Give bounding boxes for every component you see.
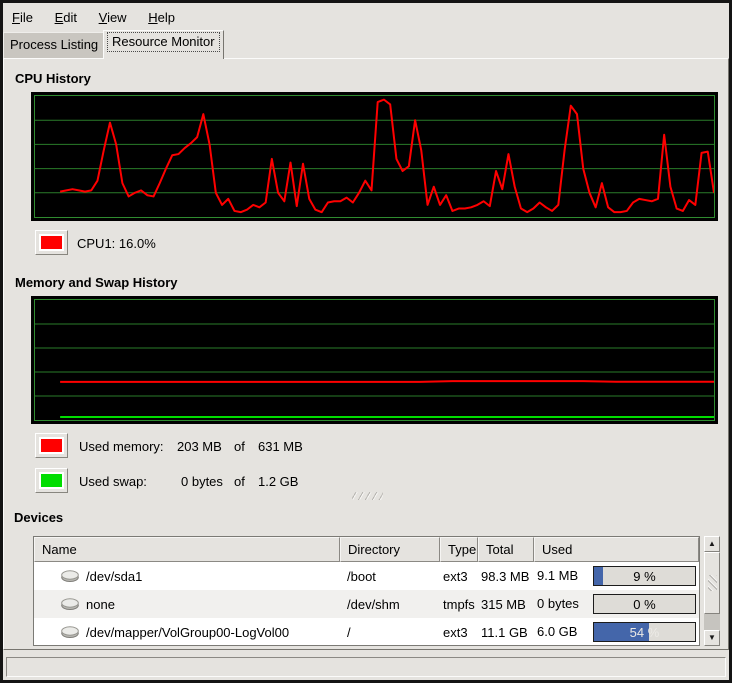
device-total: 98.3 MB xyxy=(478,569,534,584)
scroll-down-button[interactable]: ▼ xyxy=(704,630,720,646)
menu-edit[interactable]: Edit xyxy=(46,8,86,27)
device-name: /dev/sda1 xyxy=(86,569,142,584)
arrow-up-icon: ▲ xyxy=(708,539,716,548)
cpu-history-plot xyxy=(35,96,714,217)
device-total: 315 MB xyxy=(478,597,534,612)
memory-of-label: of xyxy=(234,439,245,454)
usage-percent-label: 9 % xyxy=(594,569,695,584)
cpu1-legend-label: CPU1: 16.0% xyxy=(77,236,156,251)
system-monitor-window: File Edit View Help Process Listing Reso… xyxy=(0,0,732,683)
cpu1-color-button[interactable] xyxy=(35,230,68,255)
swap-legend-label: Used swap: xyxy=(79,474,147,489)
column-header-used[interactable]: Used xyxy=(534,537,699,562)
pane-resize-grip[interactable] xyxy=(352,492,383,500)
arrow-down-icon: ▼ xyxy=(708,633,716,642)
swap-used-value: 0 bytes xyxy=(181,474,223,489)
device-directory: /dev/shm xyxy=(340,597,440,612)
devices-table-header: Name Directory Type Total Used xyxy=(34,537,699,562)
disk-icon xyxy=(60,597,80,611)
device-directory: /boot xyxy=(340,569,440,584)
memory-swap-graph xyxy=(31,296,718,424)
menu-file[interactable]: File xyxy=(3,8,42,27)
usage-percent-label: 0 % xyxy=(594,597,695,612)
usage-progress-bar: 54 % xyxy=(593,622,696,642)
tab-resource-monitor[interactable]: Resource Monitor xyxy=(103,30,224,59)
memory-used-value: 203 MB xyxy=(177,439,222,454)
device-total: 11.1 GB xyxy=(478,625,534,640)
column-header-directory[interactable]: Directory xyxy=(340,537,440,562)
devices-scrollbar[interactable]: ▲ ▼ xyxy=(704,536,720,646)
device-used: 6.0 GB xyxy=(537,624,577,639)
memory-legend-label: Used memory: xyxy=(79,439,164,454)
cpu-history-title: CPU History xyxy=(15,71,91,86)
scroll-up-button[interactable]: ▲ xyxy=(704,536,720,552)
device-type: ext3 xyxy=(440,625,478,640)
memory-color-button[interactable] xyxy=(35,433,68,458)
scrollbar-thumb[interactable] xyxy=(704,552,720,614)
usage-progress-bar: 9 % xyxy=(593,566,696,586)
status-bar xyxy=(6,657,726,677)
swap-color-button[interactable] xyxy=(35,468,68,493)
column-header-name[interactable]: Name xyxy=(34,537,340,562)
memory-total-value: 631 MB xyxy=(258,439,303,454)
memory-swap-title: Memory and Swap History xyxy=(15,275,178,290)
usage-percent-label: 54 % xyxy=(594,625,695,640)
tab-process-listing[interactable]: Process Listing xyxy=(3,32,105,58)
devices-table: Name Directory Type Total Used /dev/sda1… xyxy=(33,536,700,646)
table-row[interactable]: /dev/mapper/VolGroup00-LogVol00 / ext3 1… xyxy=(34,618,699,646)
table-row[interactable]: none /dev/shm tmpfs 315 MB 0 bytes 0 % xyxy=(34,590,699,618)
column-header-total[interactable]: Total xyxy=(478,537,534,562)
cpu1-color-swatch xyxy=(41,236,62,249)
window-content: File Edit View Help Process Listing Reso… xyxy=(3,3,729,680)
menu-help[interactable]: Help xyxy=(139,8,184,27)
menu-view[interactable]: View xyxy=(90,8,136,27)
swap-of-label: of xyxy=(234,474,245,489)
table-row[interactable]: /dev/sda1 /boot ext3 98.3 MB 9.1 MB 9 % xyxy=(34,562,699,590)
cpu-history-graph xyxy=(31,92,718,221)
swap-total-value: 1.2 GB xyxy=(258,474,298,489)
column-header-type[interactable]: Type xyxy=(440,537,478,562)
scrollbar-grip-icon xyxy=(708,575,717,591)
swap-color-swatch xyxy=(41,474,62,487)
device-name: none xyxy=(86,597,115,612)
disk-icon xyxy=(60,625,80,639)
tab-resource-monitor-label: Resource Monitor xyxy=(107,32,220,52)
memory-color-swatch xyxy=(41,439,62,452)
memory-swap-plot xyxy=(35,300,714,420)
tab-process-listing-label: Process Listing xyxy=(10,37,98,52)
device-name: /dev/mapper/VolGroup00-LogVol00 xyxy=(86,625,289,640)
usage-progress-bar: 0 % xyxy=(593,594,696,614)
menu-bar: File Edit View Help xyxy=(3,3,729,30)
disk-icon xyxy=(60,569,80,583)
device-type: ext3 xyxy=(440,569,478,584)
device-type: tmpfs xyxy=(440,597,478,612)
devices-title: Devices xyxy=(14,510,63,525)
device-used: 9.1 MB xyxy=(537,568,578,583)
device-used: 0 bytes xyxy=(537,596,579,611)
device-directory: / xyxy=(340,625,440,640)
